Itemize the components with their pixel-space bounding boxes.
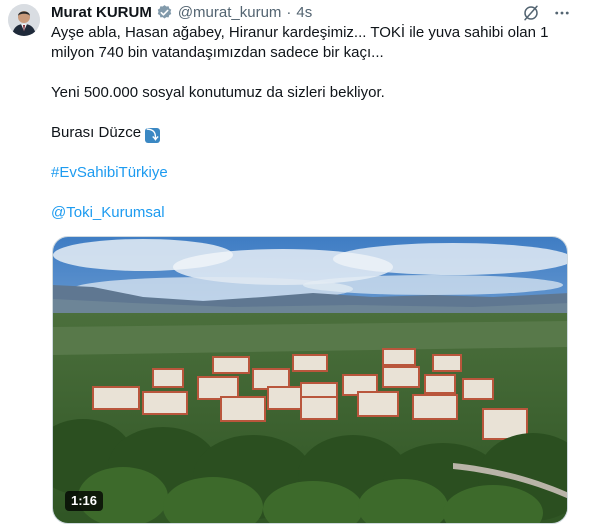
arrow-down-right-emoji: ⤵ xyxy=(145,128,161,143)
location-text: Burası Düzce xyxy=(51,124,142,141)
tweet-header: Murat KURUM @murat_kurum · 4s xyxy=(51,3,312,21)
tweet-time[interactable]: 4s xyxy=(296,4,312,21)
tweet-text-paragraph-3: Burası Düzce ⤵ xyxy=(51,123,161,143)
tweet-text-line-2: milyon 740 bin vatandaşımızdan sadece bi… xyxy=(51,44,384,61)
tweet-text-paragraph-2: Yeni 500.000 sosyal konutumuz da sizleri… xyxy=(51,84,385,101)
hashtag-link[interactable]: #EvSahibiTürkiye xyxy=(51,163,168,183)
separator-dot: · xyxy=(286,3,292,21)
avatar-image xyxy=(8,4,40,36)
mention-link[interactable]: @Toki_Kurumsal xyxy=(51,203,165,223)
video-thumbnail xyxy=(53,237,567,523)
more-icon[interactable] xyxy=(552,3,572,23)
tweet-text-line-1: Ayşe abla, Hasan ağabey, Hiranur kardeşi… xyxy=(51,24,549,41)
video-player[interactable]: 1:16 xyxy=(52,236,568,524)
author-name[interactable]: Murat KURUM xyxy=(51,4,152,21)
grok-icon[interactable] xyxy=(521,3,541,23)
video-duration: 1:16 xyxy=(65,491,104,511)
verified-badge-icon xyxy=(156,4,173,21)
author-handle[interactable]: @murat_kurum xyxy=(178,4,282,21)
avatar[interactable] xyxy=(8,4,40,36)
